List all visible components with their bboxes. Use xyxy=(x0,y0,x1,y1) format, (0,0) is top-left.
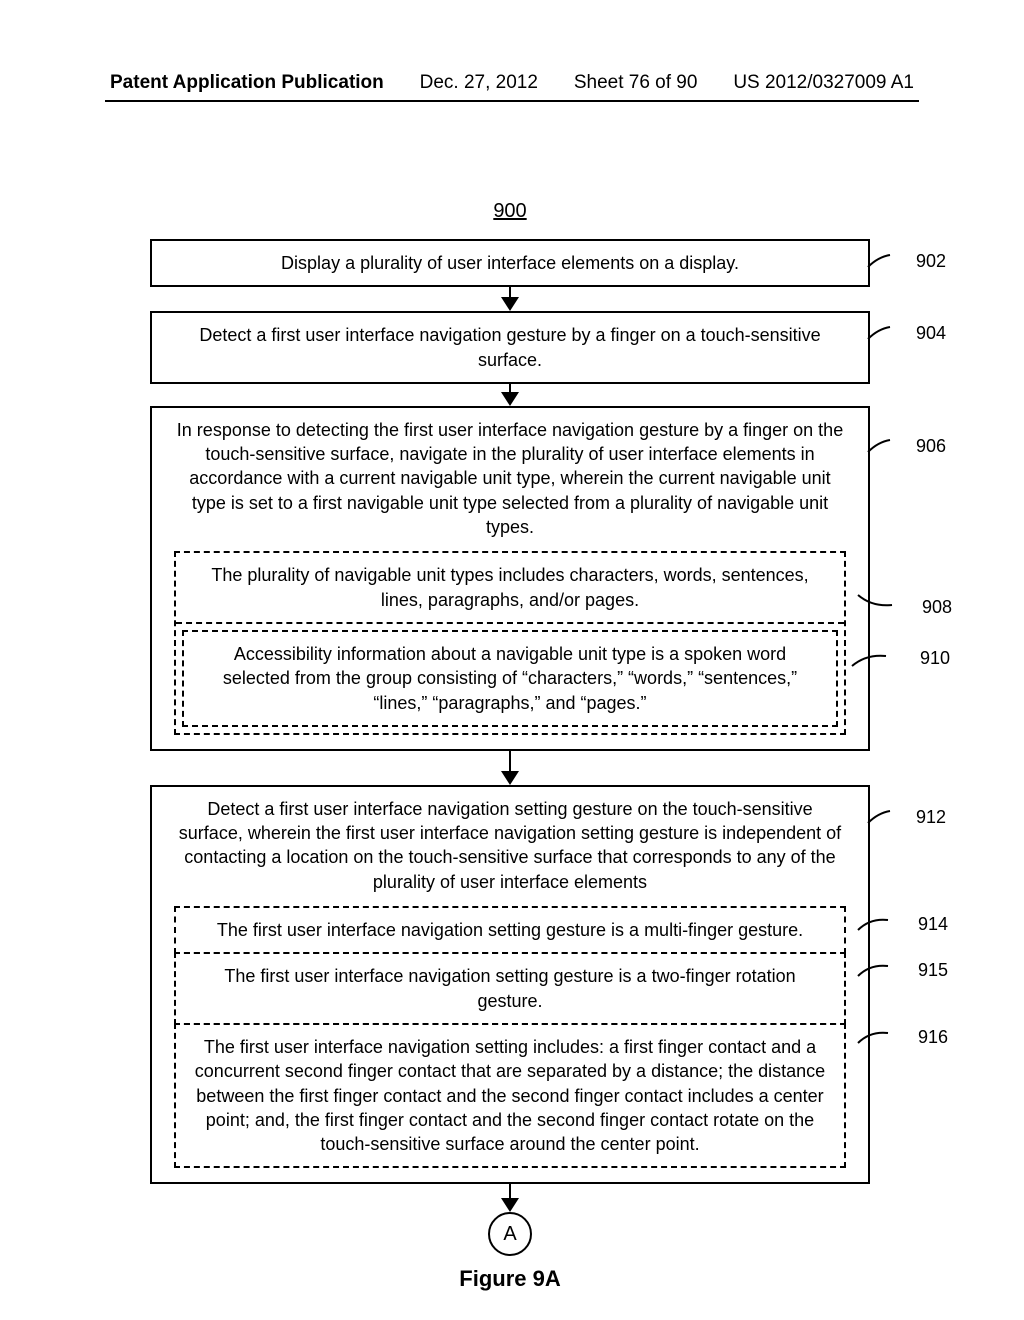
flow-step-912: Detect a first user interface navigation… xyxy=(150,785,870,1185)
ref-leader-icon xyxy=(868,327,898,351)
ref-leader-icon xyxy=(868,811,898,835)
flow-step-text: Display a plurality of user interface el… xyxy=(281,253,739,273)
ref-leader-icon xyxy=(868,440,898,464)
ref-leader-icon xyxy=(868,255,898,279)
ref-number: 916 xyxy=(918,1025,948,1049)
page: Patent Application Publication Dec. 27, … xyxy=(0,0,1024,1320)
flow-substep-910: Accessibility information about a naviga… xyxy=(182,630,838,727)
flow-step-904: Detect a first user interface navigation… xyxy=(150,311,870,384)
arrow-down-icon xyxy=(150,1184,870,1212)
publication-type: Patent Application Publication xyxy=(110,72,384,94)
ref-number: 902 xyxy=(916,249,946,273)
off-page-connector-label: A xyxy=(503,1223,516,1246)
flowchart: 900 Display a plurality of user interfac… xyxy=(150,200,870,1292)
ref-number: 915 xyxy=(918,958,948,982)
flow-step-text: In response to detecting the first user … xyxy=(177,420,843,537)
ref-number: 906 xyxy=(916,434,946,458)
flow-step-text: Detect a first user interface navigation… xyxy=(179,799,841,892)
flow-step-text: The first user interface navigation sett… xyxy=(195,1037,825,1154)
ref-leader-icon xyxy=(858,964,894,988)
ref-number: 914 xyxy=(918,912,948,936)
flow-step-906: In response to detecting the first user … xyxy=(150,406,870,751)
header-rule xyxy=(105,100,919,102)
flowchart-title: 900 xyxy=(150,200,870,223)
page-header: Patent Application Publication Dec. 27, … xyxy=(110,72,914,94)
flow-step-text: The first user interface navigation sett… xyxy=(217,920,803,940)
sheet-number: Sheet 76 of 90 xyxy=(574,72,698,94)
flow-substep-915: The first user interface navigation sett… xyxy=(174,952,846,1025)
flow-substep-916: The first user interface navigation sett… xyxy=(174,1023,846,1168)
ref-leader-icon xyxy=(858,583,898,607)
ref-number: 910 xyxy=(920,646,950,670)
off-page-connector: A xyxy=(488,1212,532,1256)
publication-number: US 2012/0327009 A1 xyxy=(733,72,914,94)
arrow-down-icon xyxy=(150,287,870,311)
ref-leader-icon xyxy=(858,1031,894,1055)
flow-step-text: The plurality of navigable unit types in… xyxy=(211,565,808,609)
flow-step-text: Detect a first user interface navigation… xyxy=(199,325,820,369)
ref-number: 904 xyxy=(916,321,946,345)
ref-number: 908 xyxy=(922,595,952,619)
arrow-down-icon xyxy=(150,384,870,406)
publication-date: Dec. 27, 2012 xyxy=(420,72,538,94)
figure-label: Figure 9A xyxy=(150,1266,870,1292)
ref-leader-icon xyxy=(852,654,892,678)
flow-step-text: The first user interface navigation sett… xyxy=(224,966,795,1010)
flow-step-902: Display a plurality of user interface el… xyxy=(150,239,870,287)
ref-number: 912 xyxy=(916,805,946,829)
flow-substep-914: The first user interface navigation sett… xyxy=(174,906,846,954)
ref-leader-icon xyxy=(858,918,894,942)
arrow-down-icon xyxy=(150,751,870,785)
flow-step-text: Accessibility information about a naviga… xyxy=(223,644,797,713)
flow-substep-908: The plurality of navigable unit types in… xyxy=(176,553,844,624)
